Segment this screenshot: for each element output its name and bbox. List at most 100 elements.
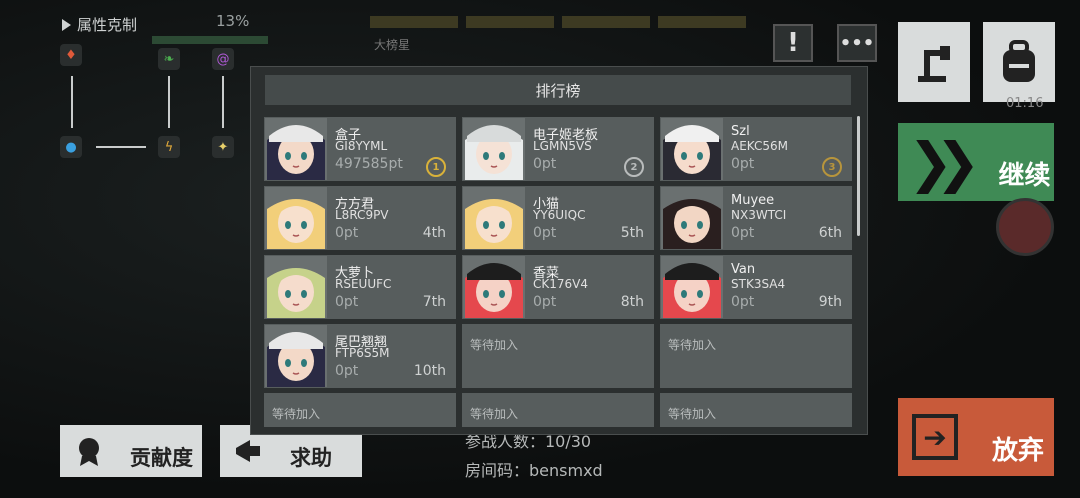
player-points: 0pt — [335, 294, 359, 310]
player-points: 0pt — [533, 294, 557, 310]
fire-icon: ♦ — [60, 44, 82, 66]
player-rank: 7th — [422, 294, 446, 310]
player-portrait — [463, 187, 525, 249]
expand-icon — [62, 18, 71, 31]
player-points: 0pt — [731, 225, 755, 241]
empty-slot: 等待加入 — [264, 393, 456, 427]
waiting-label: 等待加入 — [668, 338, 717, 352]
backpack-icon — [1003, 40, 1035, 82]
player-portrait — [265, 118, 327, 180]
double-chevron-icon: ❯❯ — [908, 130, 980, 194]
player-card[interactable]: Muyee NX3WTCI 0pt 6th — [660, 186, 852, 250]
chat-button[interactable]: ••• — [837, 24, 877, 62]
player-rank: 5th — [620, 225, 644, 241]
player-card[interactable]: Szl AEKC56M 0pt 3 — [660, 117, 852, 181]
help-label: 求助 — [290, 446, 332, 470]
robot-arm-icon — [918, 46, 950, 82]
player-points: 497585pt — [335, 156, 403, 172]
empty-slot: 等待加入 — [462, 324, 654, 388]
player-card[interactable]: 小猫 YY6UIQC 0pt 5th — [462, 186, 654, 250]
player-portrait — [463, 118, 525, 180]
player-portrait — [265, 256, 327, 318]
empty-slot: 等待加入 — [660, 393, 852, 427]
rank-medal-icon: 2 — [624, 157, 644, 177]
attribute-title[interactable]: 属性克制 — [62, 14, 137, 35]
player-points: 0pt — [533, 225, 557, 241]
player-card[interactable]: 大萝卜 RSEUUFC 0pt 7th — [264, 255, 456, 319]
badge-icon — [79, 438, 99, 466]
rank-medal-icon: 3 — [822, 157, 842, 177]
player-rank: 10th — [413, 363, 446, 379]
player-code: FTP6S5M — [335, 346, 390, 360]
scrollbar[interactable] — [857, 116, 860, 236]
waiting-label: 等待加入 — [272, 407, 321, 421]
robot-arm-button[interactable] — [898, 22, 970, 102]
player-name: Szl — [731, 124, 750, 139]
leaderboard-title: 排行榜 — [265, 75, 851, 105]
player-code: AEKC56M — [731, 139, 789, 153]
empty-slot: 等待加入 — [660, 324, 852, 388]
waiting-label: 等待加入 — [470, 338, 519, 352]
megaphone-icon — [236, 440, 260, 462]
timer: 01:16 — [1006, 96, 1044, 111]
arrow-icon — [222, 76, 224, 128]
waiting-label: 等待加入 — [470, 407, 519, 421]
player-portrait — [265, 325, 327, 387]
player-code: NX3WTCI — [731, 208, 787, 222]
player-portrait — [463, 256, 525, 318]
room-code: 房间码：bensmxd — [465, 461, 603, 480]
exclamation-icon: ! — [787, 28, 799, 58]
player-card[interactable]: 香菜 CK176V4 0pt 8th — [462, 255, 654, 319]
alert-button[interactable]: ! — [773, 24, 813, 62]
star-icon: ✦ — [212, 136, 234, 158]
attribute-percent: 13% — [216, 12, 250, 30]
attribute-title-label: 属性克制 — [77, 16, 138, 34]
player-code: STK3SA4 — [731, 277, 786, 291]
player-code: CK176V4 — [533, 277, 588, 291]
player-points: 0pt — [731, 294, 755, 310]
contribution-button[interactable]: 贡献度 — [60, 425, 202, 477]
player-name: Van — [731, 262, 756, 277]
boss-label: 大榜星 — [374, 38, 411, 52]
leaderboard-dialog: 排行榜 盒子 GI8YYML 497585pt 1 电子姬老板 LGMN5VS … — [250, 66, 868, 435]
spiral-icon: @ — [212, 48, 234, 70]
lightning-icon: ϟ — [158, 136, 180, 158]
player-points: 0pt — [731, 156, 755, 172]
player-rank: 4th — [422, 225, 446, 241]
give-up-button[interactable]: ➔ 放弃 — [898, 398, 1054, 476]
arrow-icon — [96, 146, 146, 148]
player-points: 0pt — [335, 363, 359, 379]
player-portrait — [661, 187, 723, 249]
continue-button[interactable]: ❯❯ 继续 — [898, 123, 1054, 201]
boss-health-bars — [370, 16, 746, 28]
contribution-label: 贡献度 — [130, 446, 193, 470]
player-card[interactable]: 尾巴翘翘 FTP6S5M 0pt 10th — [264, 324, 456, 388]
player-code: LGMN5VS — [533, 139, 592, 153]
waiting-label: 等待加入 — [668, 407, 717, 421]
player-code: RSEUUFC — [335, 277, 392, 291]
wind-icon: ❧ — [158, 48, 180, 70]
player-rank: 8th — [620, 294, 644, 310]
player-points: 0pt — [335, 225, 359, 241]
player-avatar[interactable] — [996, 198, 1054, 256]
progress-bar — [152, 36, 268, 44]
give-up-label: 放弃 — [992, 435, 1045, 466]
player-card[interactable]: 方方君 L8RC9PV 0pt 4th — [264, 186, 456, 250]
leaderboard-grid[interactable]: 盒子 GI8YYML 497585pt 1 电子姬老板 LGMN5VS 0pt … — [264, 117, 854, 427]
player-portrait — [265, 187, 327, 249]
player-card[interactable]: Van STK3SA4 0pt 9th — [660, 255, 852, 319]
continue-label: 继续 — [998, 160, 1051, 191]
player-card[interactable]: 盒子 GI8YYML 497585pt 1 — [264, 117, 456, 181]
player-points: 0pt — [533, 156, 557, 172]
exit-icon: ➔ — [912, 414, 958, 460]
player-rank: 6th — [818, 225, 842, 241]
rank-medal-icon: 1 — [426, 157, 446, 177]
empty-slot: 等待加入 — [462, 393, 654, 427]
arrow-icon — [71, 76, 73, 128]
player-rank: 9th — [818, 294, 842, 310]
player-code: L8RC9PV — [335, 208, 389, 222]
player-portrait — [661, 118, 723, 180]
chat-icon: ••• — [839, 32, 875, 54]
player-card[interactable]: 电子姬老板 LGMN5VS 0pt 2 — [462, 117, 654, 181]
backpack-button[interactable] — [983, 22, 1055, 102]
